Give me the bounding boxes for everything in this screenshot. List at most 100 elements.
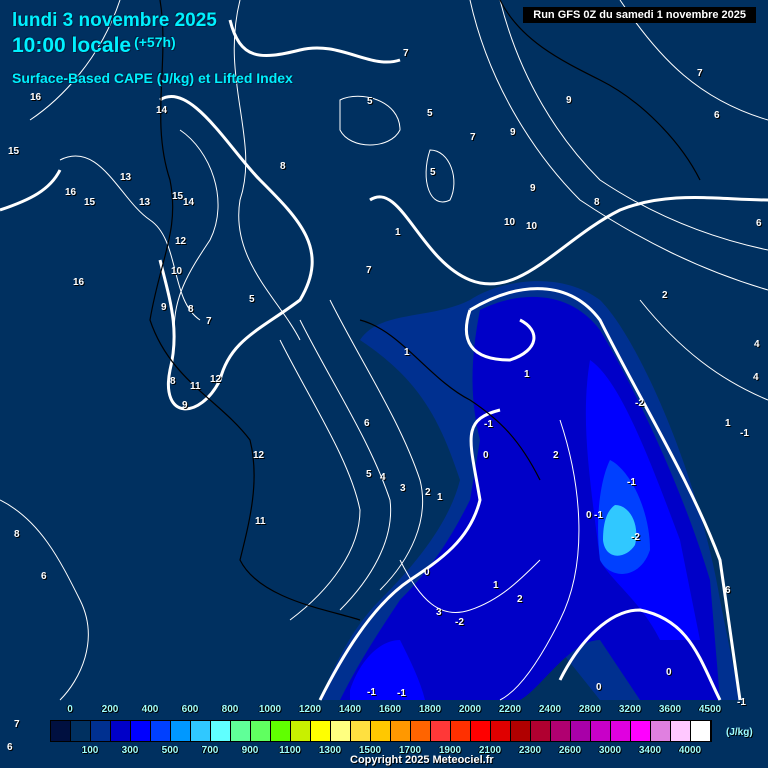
legend-swatch [51,721,71,741]
li-value: 12 [175,236,187,247]
legend-swatch [331,721,351,741]
li-value: 5 [366,469,372,480]
li-value: 12 [253,450,265,461]
li-value: 13 [139,197,151,208]
li-value: 8 [188,304,194,315]
run-info: Run GFS 0Z du samedi 1 novembre 2025 [523,7,756,23]
legend-label: 300 [121,745,139,756]
legend-label: 2200 [498,704,522,715]
legend-swatch [491,721,511,741]
legend-swatch [451,721,471,741]
li-value: 16 [73,277,85,288]
li-value: 6 [41,571,47,582]
legend-swatch [171,721,191,741]
forecast-hour: 10:00 locale [12,34,132,57]
cape-shading [320,281,740,700]
legend-label: 3600 [658,704,682,715]
legend-label: 700 [201,745,219,756]
legend-label: 1000 [258,704,282,715]
li-value: 8 [170,376,176,387]
li-value: 11 [255,516,266,527]
legend-label: 4000 [678,745,702,756]
li-value: -2 [635,398,644,409]
li-value: 9 [182,400,188,411]
legend-label: 3200 [618,704,642,715]
li-value: -1 [737,697,746,708]
legend-label: 1300 [318,745,342,756]
legend-swatch [551,721,571,741]
legend-label: 3400 [638,745,662,756]
li-value: 10 [504,217,516,228]
li-value: -1 [367,687,376,698]
legend-swatch [311,721,331,741]
li-value: 7 [366,265,372,276]
li-value: 2 [425,487,431,498]
legend-label: 1600 [378,704,402,715]
legend-swatch [531,721,551,741]
li-value: 15 [8,146,20,157]
li-value: 9 [530,183,536,194]
legend-label: 2300 [518,745,542,756]
legend-label: 2600 [558,745,582,756]
li-value: -1 [484,419,493,430]
li-value: 8 [280,161,286,172]
li-value: 4 [753,372,759,383]
li-value: 6 [7,742,13,753]
li-value: 0 [586,510,592,521]
li-value: 4 [754,339,760,350]
legend-label: 2400 [538,704,562,715]
li-value: 9 [510,127,516,138]
li-value: -1 [740,428,749,439]
li-value: 1 [395,227,401,238]
legend-label: 200 [101,704,119,715]
legend-swatch [251,721,271,741]
li-value: 1 [404,347,410,358]
li-value: 9 [566,95,572,106]
li-value: 14 [156,105,168,116]
legend-swatch [511,721,531,741]
legend-label: 1400 [338,704,362,715]
legend-label: 2800 [578,704,602,715]
li-value: -1 [594,510,603,521]
legend-swatch [131,721,151,741]
legend-label: 100 [81,745,99,756]
legend-swatch [691,721,711,741]
legend-swatch [631,721,651,741]
li-value: 12 [210,374,222,385]
li-value: 0 [666,667,672,678]
li-value: 5 [367,96,373,107]
legend-swatch [611,721,631,741]
li-value: 6 [756,218,762,229]
li-value: 15 [172,191,184,202]
li-value: 15 [84,197,96,208]
li-value: -1 [627,477,636,488]
li-value: 4 [380,472,386,483]
legend-swatch [111,721,131,741]
legend-label: 4500 [698,704,722,715]
li-value: 0 [424,567,430,578]
li-value: 10 [526,221,538,232]
li-value: 1 [725,418,731,429]
forecast-lead: (+57h) [134,34,176,50]
legend-swatch [411,721,431,741]
legend-label: 600 [181,704,199,715]
legend-swatch [91,721,111,741]
li-value: 9 [161,302,167,313]
li-value: 7 [697,68,703,79]
li-value: 6 [714,110,720,121]
li-value: 7 [470,132,476,143]
legend-swatch [671,721,691,741]
li-value: 6 [725,585,731,596]
li-value: 2 [662,290,668,301]
legend-swatch [651,721,671,741]
li-value: -2 [455,617,464,628]
legend-label: 2000 [458,704,482,715]
li-value: 2 [517,594,523,605]
li-value: 2 [553,450,559,461]
li-value: 6 [364,418,370,429]
forecast-date: lundi 3 novembre 2025 [12,10,217,31]
li-value: 1 [437,492,443,503]
legend-swatch [271,721,291,741]
li-value: 5 [249,294,255,305]
li-value: 11 [190,381,201,392]
